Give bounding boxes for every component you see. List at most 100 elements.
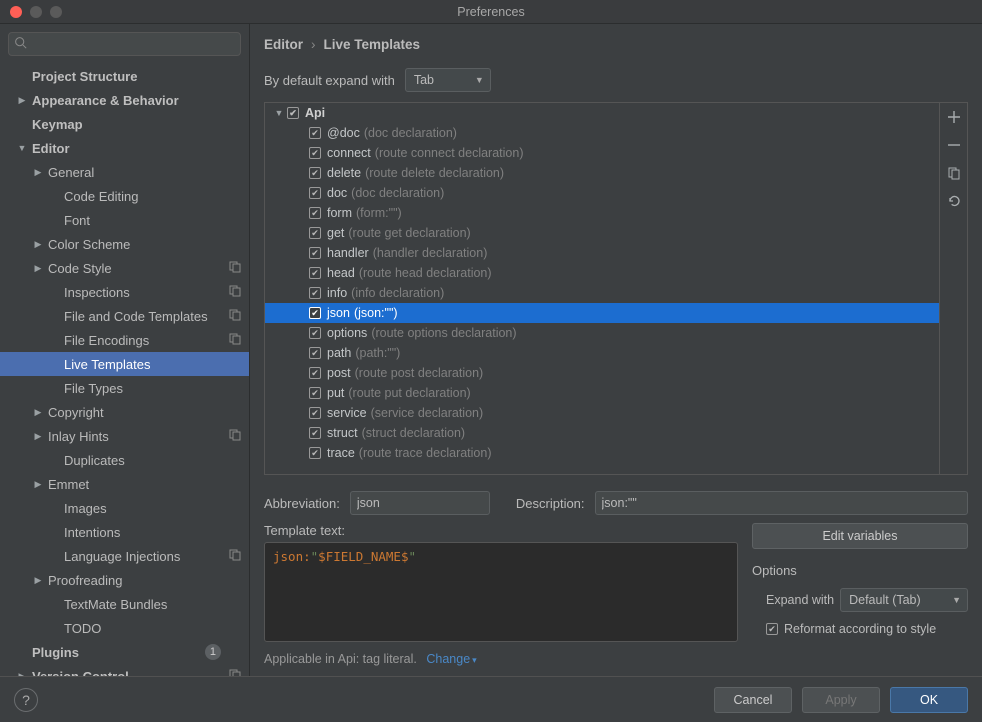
group-checkbox[interactable] [287,107,299,119]
template-item[interactable]: path (path:"") [265,343,939,363]
sidebar-item-code-editing[interactable]: ▶Code Editing [0,184,249,208]
template-desc: (route head declaration) [359,266,492,280]
sidebar-item-general[interactable]: ▶General [0,160,249,184]
sidebar-item-code-style[interactable]: ▶Code Style [0,256,249,280]
sidebar-item-images[interactable]: ▶Images [0,496,249,520]
sidebar-item-font[interactable]: ▶Font [0,208,249,232]
template-item[interactable]: json (json:"") [265,303,939,323]
revert-template-button[interactable] [946,193,962,209]
template-name: put [327,386,344,400]
template-item[interactable]: head (route head declaration) [265,263,939,283]
template-checkbox[interactable] [309,427,321,439]
duplicate-template-button[interactable] [946,165,962,181]
template-item[interactable]: service (service declaration) [265,403,939,423]
chevron-down-icon: ▼ [952,595,961,605]
change-contexts-link[interactable]: Change▾ [426,652,476,666]
template-checkbox[interactable] [309,347,321,359]
project-scheme-icon [229,549,241,564]
sidebar-item-duplicates[interactable]: ▶Duplicates [0,448,249,472]
template-item[interactable]: handler (handler declaration) [265,243,939,263]
sidebar-item-language-injections[interactable]: ▶Language Injections [0,544,249,568]
template-item[interactable]: get (route get declaration) [265,223,939,243]
project-scheme-icon [229,333,241,348]
sidebar-item-todo[interactable]: ▶TODO [0,616,249,640]
sidebar-item-editor[interactable]: ▼Editor [0,136,249,160]
settings-search-input[interactable] [8,32,241,56]
template-checkbox[interactable] [309,127,321,139]
template-item[interactable]: put (route put declaration) [265,383,939,403]
template-checkbox[interactable] [309,147,321,159]
reformat-checkbox[interactable] [766,623,778,635]
minimize-window-button[interactable] [30,6,42,18]
template-checkbox[interactable] [309,247,321,259]
ok-button[interactable]: OK [890,687,968,713]
sidebar-item-copyright[interactable]: ▶Copyright [0,400,249,424]
plugins-badge: 1 [205,644,221,660]
sidebar-item-file-and-code-templates[interactable]: ▶File and Code Templates [0,304,249,328]
expand-with-select[interactable]: Default (Tab) ▼ [840,588,968,612]
applicable-contexts-text: Applicable in Api: tag literal. [264,652,417,666]
abbreviation-label: Abbreviation: [264,496,340,511]
sidebar-item-version-control[interactable]: ▶Version Control [0,664,249,676]
template-item[interactable]: @doc (doc declaration) [265,123,939,143]
description-input[interactable] [595,491,968,515]
apply-button[interactable]: Apply [802,687,880,713]
remove-template-button[interactable] [946,137,962,153]
template-checkbox[interactable] [309,387,321,399]
edit-variables-button[interactable]: Edit variables [752,523,968,549]
template-item[interactable]: connect (route connect declaration) [265,143,939,163]
template-desc: (route connect declaration) [375,146,524,160]
sidebar-item-emmet[interactable]: ▶Emmet [0,472,249,496]
template-name: @doc [327,126,360,140]
template-checkbox[interactable] [309,407,321,419]
template-item[interactable]: post (route post declaration) [265,363,939,383]
template-item[interactable]: form (form:"") [265,203,939,223]
add-template-button[interactable] [946,109,962,125]
sidebar-item-plugins[interactable]: ▶Plugins1 [0,640,249,664]
template-checkbox[interactable] [309,167,321,179]
template-checkbox[interactable] [309,307,321,319]
template-checkbox[interactable] [309,187,321,199]
breadcrumb-editor[interactable]: Editor [264,37,303,52]
template-checkbox[interactable] [309,267,321,279]
template-item[interactable]: info (info declaration) [265,283,939,303]
project-scheme-icon [229,261,241,276]
template-item[interactable]: delete (route delete declaration) [265,163,939,183]
template-item[interactable]: doc (doc declaration) [265,183,939,203]
zoom-window-button[interactable] [50,6,62,18]
search-icon [14,36,27,52]
template-checkbox[interactable] [309,227,321,239]
chevron-down-icon: ▼ [475,75,484,85]
sidebar-item-textmate-bundles[interactable]: ▶TextMate Bundles [0,592,249,616]
help-button[interactable]: ? [14,688,38,712]
templates-list[interactable]: ▼Api@doc (doc declaration)connect (route… [265,103,939,474]
template-name: trace [327,446,355,460]
sidebar-item-proofreading[interactable]: ▶Proofreading [0,568,249,592]
sidebar-item-file-types[interactable]: ▶File Types [0,376,249,400]
template-checkbox[interactable] [309,367,321,379]
template-item[interactable]: options (route options declaration) [265,323,939,343]
breadcrumb-live-templates: Live Templates [324,37,421,52]
cancel-button[interactable]: Cancel [714,687,792,713]
sidebar-item-inlay-hints[interactable]: ▶Inlay Hints [0,424,249,448]
default-expand-select[interactable]: Tab ▼ [405,68,491,92]
sidebar-item-color-scheme[interactable]: ▶Color Scheme [0,232,249,256]
template-checkbox[interactable] [309,207,321,219]
template-desc: (doc declaration) [364,126,457,140]
template-item[interactable]: struct (struct declaration) [265,423,939,443]
sidebar-item-file-encodings[interactable]: ▶File Encodings [0,328,249,352]
sidebar-item-project-structure[interactable]: ▶Project Structure [0,64,249,88]
sidebar-item-live-templates[interactable]: ▶Live Templates [0,352,249,376]
template-item[interactable]: trace (route trace declaration) [265,443,939,463]
sidebar-item-appearance-behavior[interactable]: ▶Appearance & Behavior [0,88,249,112]
template-checkbox[interactable] [309,447,321,459]
sidebar-item-intentions[interactable]: ▶Intentions [0,520,249,544]
template-checkbox[interactable] [309,287,321,299]
close-window-button[interactable] [10,6,22,18]
template-checkbox[interactable] [309,327,321,339]
abbreviation-input[interactable] [350,491,490,515]
template-group-api[interactable]: ▼Api [265,103,939,123]
template-text-editor[interactable]: json:"$FIELD_NAME$" [264,542,738,642]
sidebar-item-keymap[interactable]: ▶Keymap [0,112,249,136]
sidebar-item-inspections[interactable]: ▶Inspections [0,280,249,304]
